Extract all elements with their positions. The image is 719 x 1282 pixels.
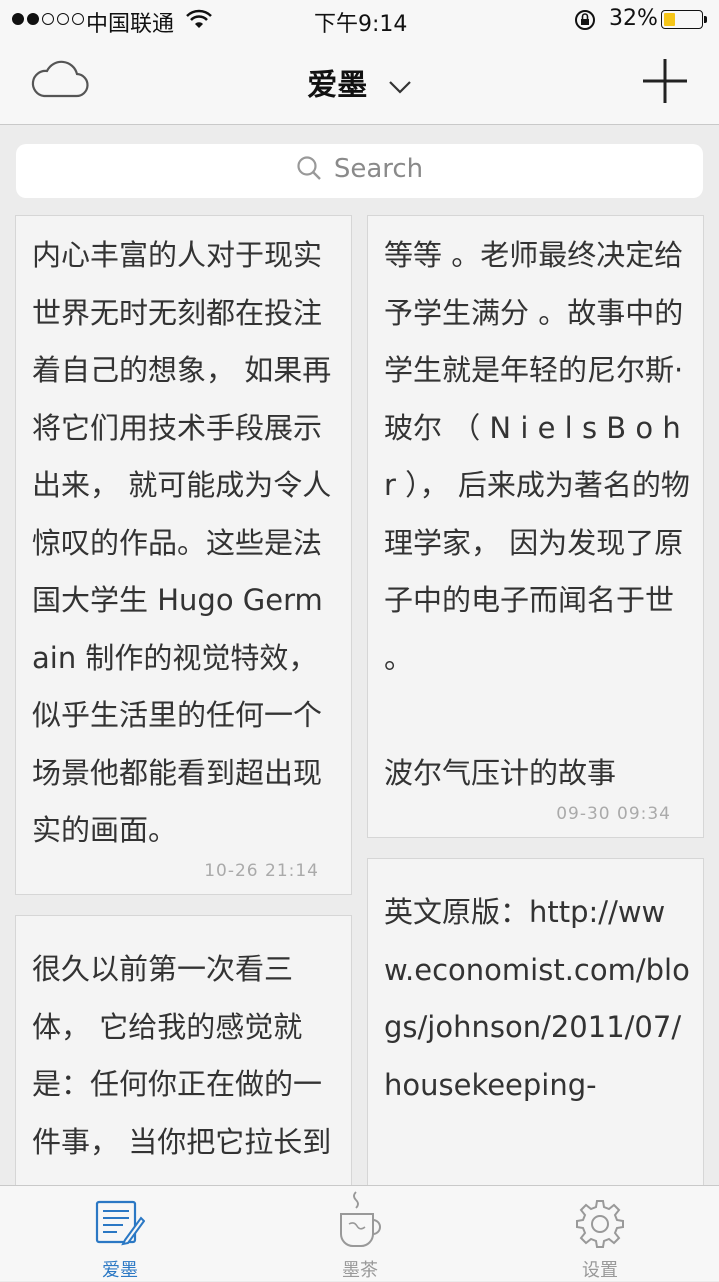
tab-label: 墨茶 — [342, 1260, 378, 1281]
note-date: 10-26 21:14 — [204, 861, 319, 881]
note-text: 内心丰富的人对于现实世界无时无刻都在投注着自己的想象， 如果再将它们用技术手段展… — [32, 238, 332, 847]
note-text: 英文原版：http://www.economist.com/blogs/john… — [384, 895, 690, 1102]
note-card[interactable]: 英文原版：http://www.economist.com/blogs/john… — [367, 858, 704, 1218]
chevron-down-icon — [388, 80, 411, 94]
carrier-name: 中国联通 — [86, 12, 175, 37]
navigation-bar: 爱墨 — [0, 40, 719, 125]
gear-icon — [576, 1200, 624, 1248]
note-text: 很久以前第一次看三体， 它给我的感觉就是：任何你正在做的一件事， 当你把它拉长到 — [32, 952, 332, 1159]
tab-mocha[interactable]: 墨茶 — [290, 1186, 430, 1281]
tea-cup-icon — [340, 1191, 381, 1247]
tab-label: 设置 — [582, 1260, 618, 1281]
battery-icon — [661, 10, 707, 29]
signal-strength-icon — [12, 13, 84, 25]
tab-aimo[interactable]: 爱墨 — [50, 1186, 190, 1281]
note-card[interactable]: 内心丰富的人对于现实世界无时无刻都在投注着自己的想象， 如果再将它们用技术手段展… — [15, 215, 352, 895]
search-placeholder: Search — [333, 154, 424, 184]
search-bar[interactable]: Search — [16, 144, 703, 198]
orientation-lock-icon — [575, 10, 595, 30]
tab-label: 爱墨 — [102, 1260, 138, 1281]
search-icon — [297, 156, 321, 180]
note-date: 09-30 09:34 — [556, 804, 671, 824]
tab-settings[interactable]: 设置 — [530, 1186, 670, 1281]
notes-icon — [95, 1200, 145, 1246]
wifi-icon — [186, 9, 212, 28]
page-title: 爱墨 — [307, 68, 368, 103]
note-card[interactable]: 等等 。老师最终决定给予学生满分 。故事中的学生就是年轻的尼尔斯·玻尔 （ N … — [367, 215, 704, 838]
plus-icon[interactable] — [641, 57, 689, 105]
battery-percent: 32% — [609, 6, 658, 31]
tab-bar: 爱墨 墨茶 设置 — [0, 1185, 719, 1281]
note-card[interactable]: 很久以前第一次看三体， 它给我的感觉就是：任何你正在做的一件事， 当你把它拉长到 — [15, 915, 352, 1215]
status-bar: 中国联通 下午9:14 32% — [0, 0, 719, 40]
notebook-selector[interactable]: 爱墨 — [0, 60, 719, 104]
note-text: 等等 。老师最终决定给予学生满分 。故事中的学生就是年轻的尼尔斯·玻尔 （ N … — [384, 238, 690, 790]
clock: 下午9:14 — [314, 12, 408, 37]
